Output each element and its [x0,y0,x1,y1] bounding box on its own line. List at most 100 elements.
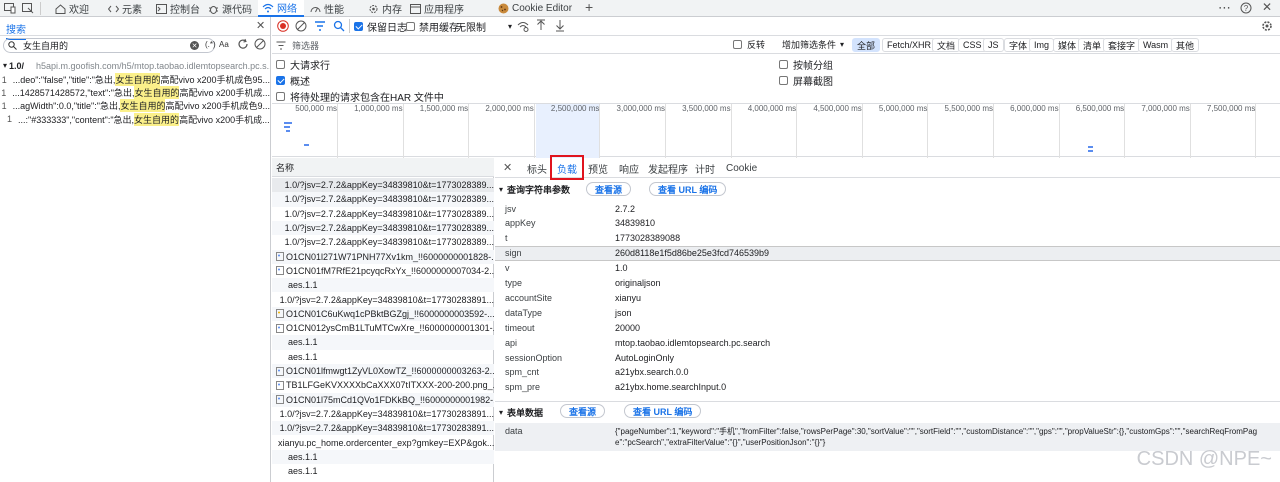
detail-tab-3[interactable]: 响应 [613,158,645,178]
form-view-url-encoded-button[interactable]: 查看 URL 编码 [624,404,702,418]
detail-tab-0[interactable]: 标头 [521,158,553,178]
detail-tab-5[interactable]: 计时 [689,158,721,178]
request-row[interactable]: O1CN01C6uKwq1cPBktBGZgj_!!6000000003592-… [272,306,494,321]
detail-tab-6[interactable]: Cookie [720,158,763,178]
filter-icon[interactable] [314,20,326,32]
form-data-section-header[interactable]: ▾ 表单数据 [499,406,543,419]
type-filter-5[interactable]: 字体 [1004,38,1033,52]
type-filter-1[interactable]: Fetch/XHR [882,38,937,52]
record-icon[interactable] [277,20,289,32]
search-result-row[interactable]: 1 ...1428571428572,"text":"急出, 女生自用的 高配viv… [0,86,270,100]
type-filter-11[interactable]: 其他 [1171,38,1200,52]
request-row[interactable]: aes.1.1 [272,449,494,464]
request-row[interactable]: O1CN012ysCmB1LTuMTCwXre_!!6000000001301-… [272,321,494,335]
request-row[interactable]: 1.0/?jsv=2.7.2&appKey=34839810&t=1773028… [272,292,494,306]
search-input[interactable]: 女生自用的 ✕ [3,38,215,53]
invert-checkbox[interactable]: 反转 [733,35,765,53]
view-url-encoded-button[interactable]: 查看 URL 编码 [649,182,727,196]
upload-icon[interactable] [536,19,546,32]
network-conditions-icon[interactable] [517,20,529,32]
overview-option[interactable]: 概述 [276,73,310,88]
type-filter-8[interactable]: 清单 [1078,38,1107,52]
search-result-row[interactable]: 1 ...:"#333333","content":"急出, 女生自用的 高配viv… [0,112,270,126]
tab-network[interactable]: 网络 [258,0,304,17]
include-har-option[interactable]: 将待处理的请求包含在HAR 文件中 [276,89,444,104]
tab-welcome[interactable]: 欢迎 [55,0,101,17]
screenshots-option[interactable]: 屏幕截图 [779,73,833,88]
clear-results-icon[interactable] [254,38,266,50]
search-result-group[interactable]: ▾ 1.0/ h5api.m.goofish.com/h5/mtop.taoba… [0,59,270,72]
match-case-toggle[interactable]: Aa [219,40,229,49]
type-filter-7[interactable]: 媒体 [1053,38,1082,52]
request-row[interactable]: aes.1.1 [272,350,494,364]
type-filter-2[interactable]: 文档 [932,38,961,52]
clear-log-icon[interactable] [295,20,307,32]
tab-elements[interactable]: 元素 [108,0,156,17]
close-search-icon[interactable]: ✕ [256,19,265,32]
close-devtools-icon[interactable]: ✕ [1262,0,1272,14]
search-network-icon[interactable] [333,20,345,32]
request-row[interactable]: O1CN01l75mCd1QVo1FDKkBQ_!!6000000001982-… [272,392,494,407]
request-row[interactable]: 1.0/?jsv=2.7.2&appKey=34839810&t=1773028… [272,407,494,421]
disable-cache-checkbox[interactable]: 禁用缓存 [406,17,459,36]
search-result-row[interactable]: 1 ...agWidth":0.0,"title":"急出, 女生自用的 高配viv… [0,99,270,113]
refresh-icon[interactable] [237,38,249,50]
tab-cookie-editor[interactable]: Cookie Editor [498,0,572,17]
network-settings-icon[interactable] [1261,20,1273,32]
request-row[interactable]: 1.0/?jsv=2.7.2&appKey=34839810&t=1773028… [272,235,494,249]
tab-memory[interactable]: 内存 [368,0,406,17]
help-icon[interactable]: ? [1240,2,1252,14]
request-row[interactable]: aes.1.1 [272,464,494,478]
tab-performance[interactable]: 性能 [310,0,352,17]
tab-console[interactable]: 控制台 [156,0,206,17]
more-filters-select[interactable]: 增加筛选条件 ▾ [782,35,844,53]
screenshots-check[interactable] [779,76,788,85]
preserve-log-check[interactable] [354,22,363,31]
search-result-row[interactable]: 1 ...deo":"false","title":"急出, 女生自用的 高配viv… [0,73,270,86]
filter-input[interactable]: 筛选器 [276,38,728,52]
request-row[interactable]: aes.1.1 [272,278,494,293]
request-row[interactable]: 1.0/?jsv=2.7.2&appKey=34839810&t=1773028… [272,207,494,221]
throttle-select[interactable]: 无限制 ▾ [456,17,512,36]
detail-tab-4[interactable]: 发起程序 [642,158,694,178]
type-filter-6[interactable]: Img [1029,38,1055,52]
type-filter-9[interactable]: 套接字 [1103,38,1141,52]
invert-check[interactable] [733,39,742,49]
form-view-source-button[interactable]: 查看源 [560,404,606,418]
network-overview-timeline[interactable]: 500,000 ms 1,000,000 ms 1,500,000 ms 2,000,… [272,103,1280,158]
group-by-frame-check[interactable] [779,60,788,69]
request-row[interactable]: aes.1.1 [272,335,494,350]
more-options-icon[interactable]: ⋯ [1218,0,1231,16]
regex-toggle[interactable]: (.*) [205,40,216,49]
type-filter-4[interactable]: JS [983,38,1004,52]
request-row[interactable]: 1.0/?jsv=2.7.2&appKey=34839810&t=1773028… [272,178,494,193]
query-string-section-header[interactable]: ▾ 查询字符串参数 [499,183,570,196]
request-row[interactable]: O1CN01lfmwgt1ZyVL0XowTZ_!!6000000003263-… [272,363,494,379]
group-by-frame-option[interactable]: 按帧分组 [779,57,833,72]
request-row[interactable]: O1CN01l271W71PNH77Xv1km_!!6000000001828-… [272,249,494,264]
type-filter-10[interactable]: Wasm [1138,38,1174,52]
type-filter-0[interactable]: 全部 [852,38,881,52]
inspect-element-icon[interactable] [22,3,34,14]
disable-cache-check[interactable] [406,22,415,31]
request-row[interactable]: 1.0/?jsv=2.7.2&appKey=34839810&t=1773028… [272,192,494,207]
overview-check[interactable] [276,76,285,85]
big-request-rows-option[interactable]: 大请求行 [276,57,330,72]
tab-sources[interactable]: 源代码 [208,0,260,17]
request-row[interactable]: xianyu.pc_home.ordercenter_exp?gmkey=EXP… [272,435,494,449]
view-source-button[interactable]: 查看源 [586,182,632,196]
close-detail-icon[interactable]: ✕ [503,161,512,174]
download-icon[interactable] [555,19,565,32]
detail-tab-2[interactable]: 预览 [582,158,614,178]
add-tab-icon[interactable]: + [585,0,593,15]
request-row[interactable]: O1CN01fM7RfE21pcyqcRxYx_!!6000000007034-… [272,264,494,278]
big-rows-check[interactable] [276,60,285,69]
request-row[interactable]: 1.0/?jsv=2.7.2&appKey=34839810&t=1773028… [272,421,494,436]
request-row[interactable]: 1.0/?jsv=2.7.2&appKey=34839810&t=1773028… [272,220,494,236]
preserve-log-checkbox[interactable]: 保留日志 [354,17,407,36]
device-toggle-icon[interactable] [4,3,16,14]
request-list-header[interactable]: 名称 [272,158,494,177]
tab-application[interactable]: 应用程序 [410,0,474,17]
clear-search-icon[interactable]: ✕ [190,41,199,50]
request-row[interactable]: TB1LFGeKVXXXXbCaXXX07tITXXX-200-200.png_… [272,378,494,392]
